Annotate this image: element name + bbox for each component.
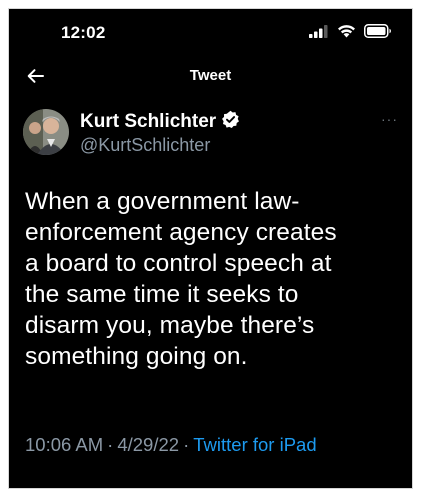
separator: ·: [183, 434, 190, 455]
tweet-date[interactable]: 4/29/22: [117, 434, 179, 455]
cellular-signal-icon: [309, 24, 329, 43]
display-name-row: Kurt Schlichter: [80, 110, 240, 134]
screenshot-frame: 12:02 Tweet Kurt Schlichter @KurtSchlich…: [8, 8, 413, 489]
tweet-text-line: When a government law-: [25, 188, 300, 215]
tweet-meta: 10:06 AM · 4/29/22 · Twitter for iPad: [25, 434, 317, 456]
status-icons: [309, 24, 392, 43]
status-bar: 12:02: [9, 9, 412, 53]
verified-badge-icon: [221, 110, 240, 134]
tweet-source-link[interactable]: Twitter for iPad: [193, 434, 316, 455]
separator: ·: [107, 434, 114, 455]
wifi-icon: [337, 24, 356, 43]
avatar[interactable]: [23, 109, 69, 155]
page-title: Tweet: [189, 67, 232, 84]
tweet-time[interactable]: 10:06 AM: [25, 434, 103, 455]
tweet-text-line: the same time it seeks to: [25, 281, 299, 308]
tweet-text-line: a board to control speech at: [25, 250, 332, 277]
nav-bar: Tweet: [9, 61, 412, 93]
tweet-text-line: enforcement agency creates: [25, 219, 337, 246]
handle[interactable]: @KurtSchlichter: [80, 135, 210, 156]
more-options-icon[interactable]: ···: [381, 111, 398, 127]
tweet-text: When a government law- enforcement agenc…: [25, 186, 385, 372]
status-time: 12:02: [61, 23, 106, 42]
tweet-text-line: disarm you, maybe there’s: [25, 312, 315, 339]
display-name[interactable]: Kurt Schlichter: [80, 111, 216, 133]
battery-icon: [364, 24, 392, 43]
tweet-author: Kurt Schlichter @KurtSchlichter ···: [23, 109, 400, 161]
tweet-text-line: something going on.: [25, 343, 248, 370]
